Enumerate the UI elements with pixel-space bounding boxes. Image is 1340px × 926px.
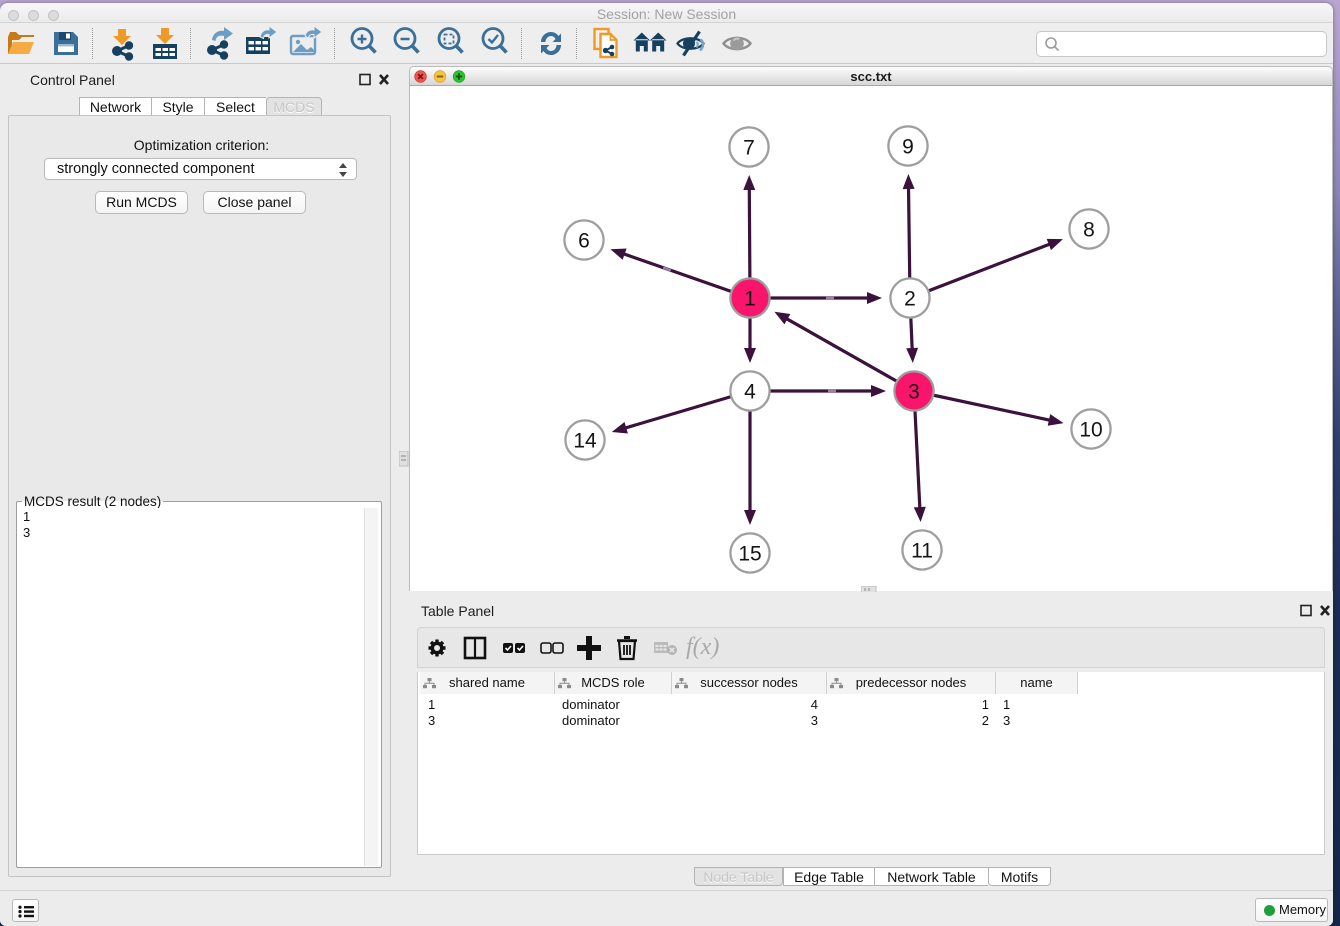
svg-text:15: 15 bbox=[738, 543, 761, 566]
svg-text:10: 10 bbox=[1079, 419, 1102, 442]
svg-text:11: 11 bbox=[911, 540, 933, 563]
svg-text:7: 7 bbox=[743, 137, 755, 160]
svg-text:14: 14 bbox=[573, 430, 597, 453]
svg-text:3: 3 bbox=[908, 381, 920, 404]
svg-text:6: 6 bbox=[578, 230, 590, 253]
svg-text:4: 4 bbox=[744, 381, 756, 404]
svg-text:8: 8 bbox=[1083, 219, 1095, 242]
svg-text:9: 9 bbox=[902, 136, 914, 159]
svg-text:1: 1 bbox=[744, 288, 756, 311]
svg-text:2: 2 bbox=[904, 288, 916, 311]
